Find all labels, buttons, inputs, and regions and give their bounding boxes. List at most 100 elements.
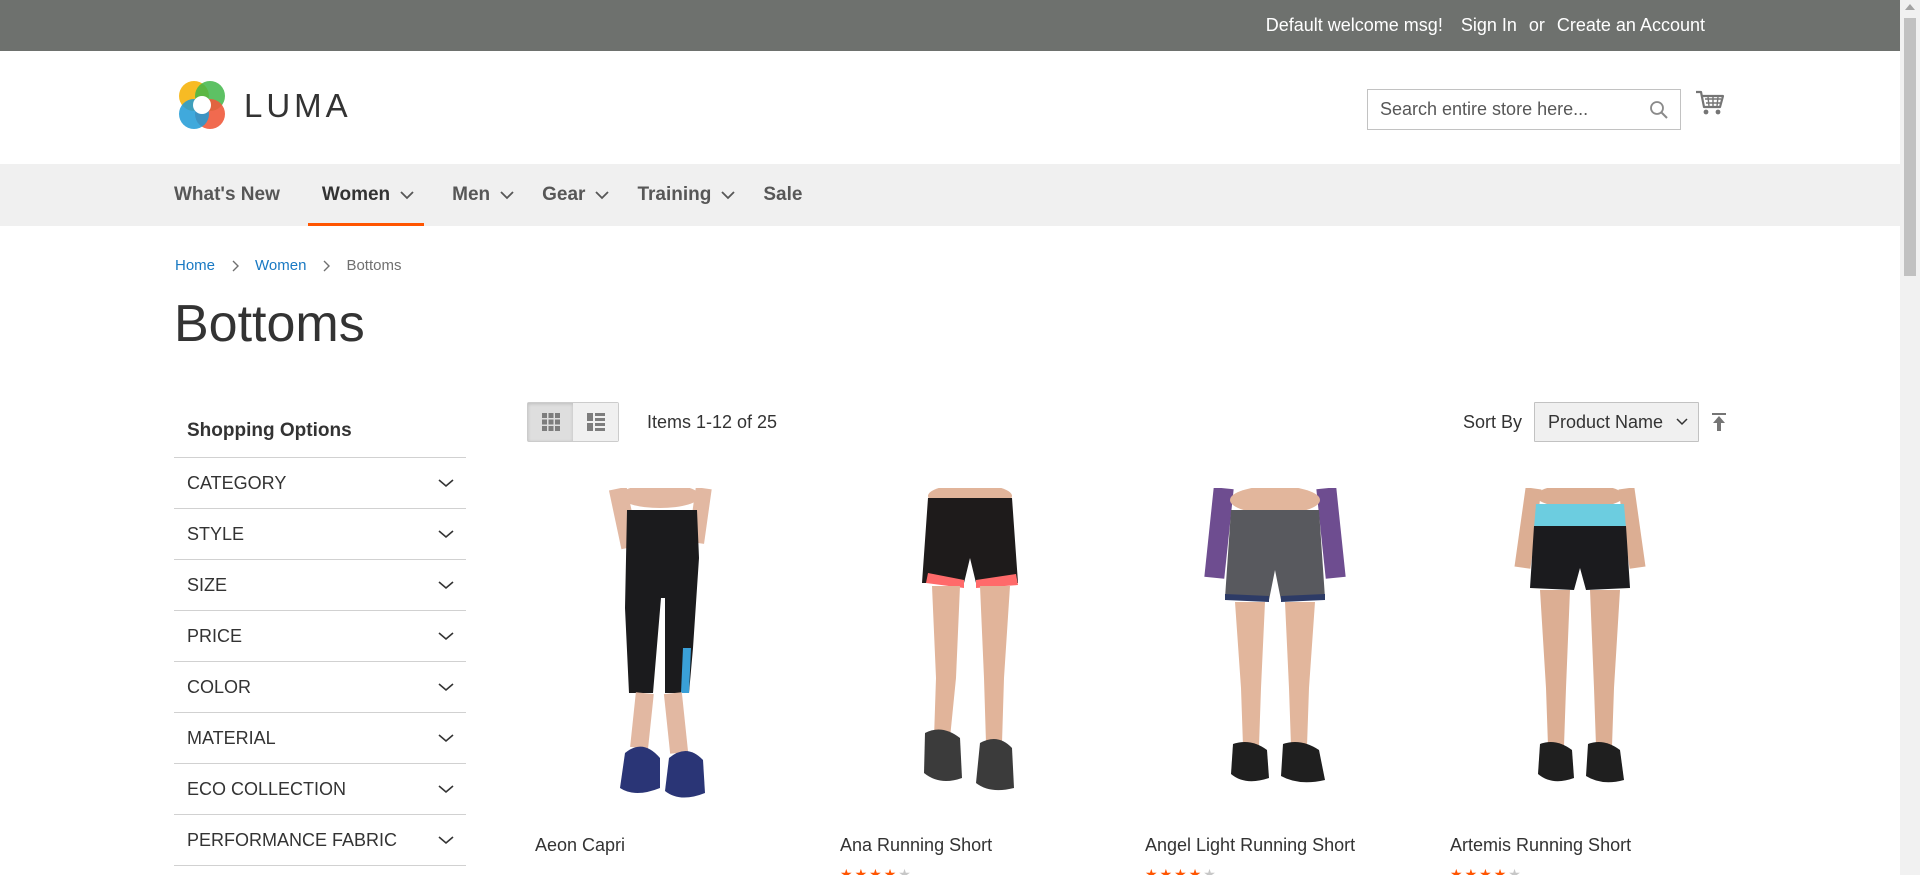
product-image[interactable] bbox=[1137, 488, 1413, 818]
sign-in-link[interactable]: Sign In bbox=[1461, 15, 1517, 36]
chevron-right-icon bbox=[323, 260, 331, 271]
filter-label: SIZE bbox=[187, 574, 228, 595]
nav-item-label: Sale bbox=[763, 184, 803, 205]
filter-eco-collection[interactable]: ECO COLLECTION bbox=[174, 764, 466, 815]
product-name[interactable]: Angel Light Running Short bbox=[1137, 835, 1413, 856]
list-view-button[interactable] bbox=[573, 403, 618, 441]
chevron-down-icon bbox=[500, 191, 514, 200]
search-box bbox=[1367, 89, 1681, 130]
chevron-down-icon bbox=[438, 836, 454, 845]
chevron-down-icon bbox=[438, 530, 454, 539]
product-photo-angel-short bbox=[1204, 488, 1346, 783]
nav-item-whats-new[interactable]: What's New bbox=[174, 164, 280, 226]
product-name[interactable]: Ana Running Short bbox=[832, 835, 1108, 856]
chevron-down-icon bbox=[595, 191, 610, 200]
product-item[interactable]: Aeon Capri bbox=[527, 488, 803, 856]
breadcrumb: Home Women Bottoms bbox=[175, 257, 401, 274]
sorter: Sort By Product Name bbox=[1463, 402, 1727, 442]
products-toolbar: Items 1-12 of 25 Sort By Product Name bbox=[527, 402, 1727, 442]
logo-text: LUMA bbox=[244, 87, 352, 124]
rating-stars: ★ ★ ★ ★ ★ bbox=[832, 866, 1108, 875]
product-image[interactable] bbox=[832, 488, 1108, 818]
product-item[interactable]: Angel Light Running Short ★ ★ ★ ★ ★ bbox=[1137, 488, 1413, 875]
nav-item-men[interactable]: Men bbox=[452, 164, 514, 226]
product-photo-ana-short bbox=[922, 488, 1018, 791]
page-scrollbar[interactable] bbox=[1900, 0, 1920, 875]
star-icon: ★ bbox=[1508, 866, 1521, 875]
create-account-link[interactable]: Create an Account bbox=[1557, 15, 1705, 36]
nav-item-label: Men bbox=[452, 184, 491, 205]
breadcrumb-current: Bottoms bbox=[346, 257, 402, 274]
filter-label: ECO COLLECTION bbox=[187, 778, 347, 799]
filter-material[interactable]: MATERIAL bbox=[174, 713, 466, 764]
product-image[interactable] bbox=[1442, 488, 1718, 818]
star-icon: ★ bbox=[869, 866, 882, 875]
product-name[interactable]: Aeon Capri bbox=[527, 835, 803, 856]
cart-icon[interactable] bbox=[1695, 89, 1725, 117]
star-icon: ★ bbox=[1479, 866, 1492, 875]
product-image[interactable] bbox=[527, 488, 803, 818]
grid-view-button[interactable] bbox=[528, 403, 573, 441]
filter-style[interactable]: STYLE bbox=[174, 509, 466, 560]
sort-by-select[interactable]: Product Name bbox=[1534, 402, 1699, 442]
welcome-message: Default welcome msg! bbox=[1265, 15, 1443, 35]
star-icon: ★ bbox=[1493, 866, 1507, 875]
sort-by-label: Sort By bbox=[1462, 411, 1522, 432]
filter-price[interactable]: PRICE bbox=[174, 611, 466, 662]
nav-item-label: Training bbox=[637, 184, 712, 205]
star-icon: ★ bbox=[1174, 866, 1187, 875]
product-photo-artemis-short bbox=[1514, 488, 1646, 783]
product-item[interactable]: Artemis Running Short ★ ★ ★ ★ ★ bbox=[1442, 488, 1718, 875]
chevron-down-icon bbox=[1676, 418, 1688, 426]
nav-item-sale[interactable]: Sale bbox=[763, 164, 802, 226]
nav-item-training[interactable]: Training bbox=[637, 164, 735, 226]
breadcrumb-women[interactable]: Women bbox=[255, 257, 306, 274]
chevron-down-icon bbox=[400, 191, 414, 200]
shopping-options-title: Shopping Options bbox=[174, 404, 466, 458]
chevron-down-icon bbox=[438, 683, 454, 692]
star-icon: ★ bbox=[854, 866, 868, 875]
breadcrumb-home[interactable]: Home bbox=[175, 257, 215, 274]
product-name[interactable]: Artemis Running Short bbox=[1442, 835, 1718, 856]
star-icon: ★ bbox=[1203, 866, 1216, 875]
logo[interactable]: LUMA bbox=[174, 78, 352, 134]
nav-item-gear[interactable]: Gear bbox=[542, 164, 610, 226]
sort-ascending-icon[interactable] bbox=[1711, 412, 1727, 432]
scroll-up-arrow-icon[interactable] bbox=[1905, 4, 1915, 10]
rating-stars: ★ ★ ★ ★ ★ bbox=[1442, 866, 1718, 875]
star-icon: ★ bbox=[1450, 866, 1463, 875]
filter-size[interactable]: SIZE bbox=[174, 560, 466, 611]
filter-label: PERFORMANCE FABRIC bbox=[187, 829, 398, 850]
chevron-down-icon bbox=[438, 479, 454, 488]
main-navigation: What's New Women Men Gear Training Sale bbox=[0, 164, 1900, 226]
filter-category[interactable]: CATEGORY bbox=[174, 458, 466, 509]
chevron-down-icon bbox=[438, 632, 454, 641]
product-photo-capri bbox=[608, 488, 712, 798]
header-links: Default welcome msg! Sign In or Create a… bbox=[1266, 0, 1705, 51]
star-icon: ★ bbox=[840, 866, 853, 875]
star-icon: ★ bbox=[1464, 866, 1478, 875]
nav-item-label: Gear bbox=[542, 184, 586, 205]
search-input[interactable] bbox=[1368, 90, 1628, 129]
product-item[interactable]: Ana Running Short ★ ★ ★ ★ ★ bbox=[832, 488, 1108, 875]
filter-color[interactable]: COLOR bbox=[174, 662, 466, 713]
scrollbar-thumb[interactable] bbox=[1904, 18, 1916, 276]
nav-item-women[interactable]: Women bbox=[307, 164, 425, 226]
chevron-right-icon bbox=[232, 260, 240, 271]
search-icon[interactable] bbox=[1649, 100, 1669, 120]
filter-label: STYLE bbox=[187, 523, 245, 544]
grid-icon bbox=[541, 413, 560, 431]
chevron-down-icon bbox=[438, 785, 454, 794]
or-separator: or bbox=[1528, 15, 1545, 35]
nav-item-label: Women bbox=[321, 184, 391, 205]
luma-logo-icon bbox=[179, 81, 225, 129]
view-mode-switcher bbox=[527, 402, 619, 442]
filter-label: MATERIAL bbox=[187, 727, 276, 748]
filter-performance-fabric[interactable]: PERFORMANCE FABRIC bbox=[174, 815, 466, 866]
filter-label: PRICE bbox=[187, 625, 243, 646]
chevron-down-icon bbox=[438, 581, 454, 590]
star-icon: ★ bbox=[883, 866, 897, 875]
layered-navigation: Shopping Options CATEGORY STYLE SIZE PRI… bbox=[174, 404, 466, 866]
items-count: Items 1-12 of 25 bbox=[647, 412, 778, 432]
header: LUMA bbox=[0, 51, 1900, 164]
